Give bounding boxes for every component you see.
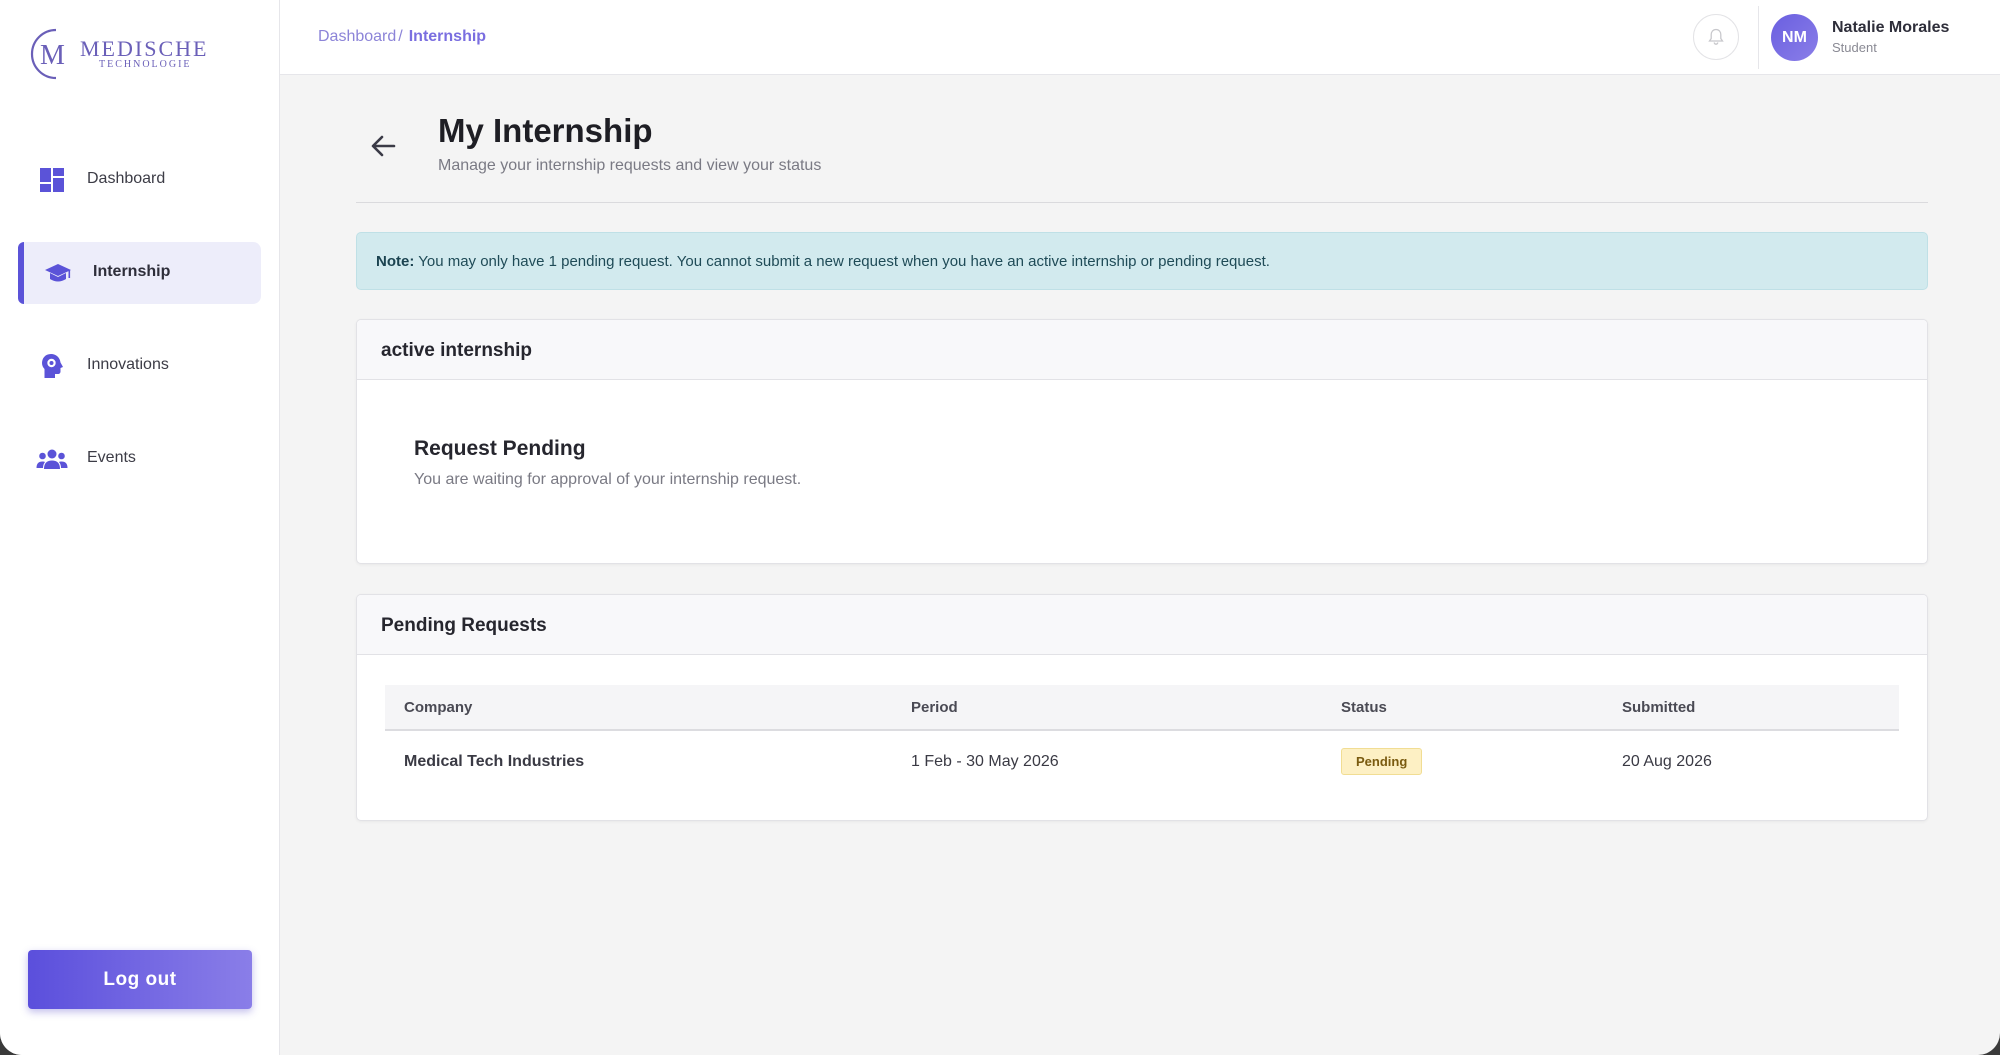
head-gear-icon: [42, 354, 63, 378]
pending-requests-card: Pending Requests Company Period Status S…: [356, 594, 1928, 821]
column-header-status: Status: [1341, 699, 1387, 716]
cell-submitted: 20 Aug 2026: [1622, 753, 1712, 770]
logo-mark-icon: M: [30, 28, 65, 80]
table-header-row: Company Period Status Submitted: [385, 685, 1899, 731]
sidebar-item-label: Internship: [93, 263, 171, 280]
topbar: Dashboard / Internship NM Natalie Morales …: [280, 0, 2000, 75]
logout-button[interactable]: Log out: [28, 950, 252, 1009]
avatar[interactable]: NM: [1771, 14, 1818, 61]
user-name[interactable]: Natalie Morales: [1832, 19, 1949, 37]
breadcrumb-separator: /: [398, 28, 403, 45]
cell-company: Medical Tech Industries: [404, 753, 585, 770]
topbar-divider: [1758, 6, 1759, 69]
status-badge: Pending: [1341, 748, 1423, 775]
app-window: M MEDISCHE TECHNOLOGIE Dashboard Interns…: [0, 0, 2000, 1055]
requests-table: Company Period Status Submitted Medical …: [385, 685, 1899, 793]
card-header: Pending Requests: [357, 595, 1927, 655]
logo-subtitle: TECHNOLOGIE: [99, 59, 192, 70]
note-text: You may only have 1 pending request. You…: [414, 253, 1270, 270]
sidebar-item-internship[interactable]: Internship: [18, 242, 261, 304]
breadcrumb-dashboard-link[interactable]: Dashboard: [318, 28, 396, 45]
user-role: Student: [1832, 40, 1877, 55]
sidebar: M MEDISCHE TECHNOLOGIE Dashboard Interns…: [0, 0, 280, 1055]
brand-logo[interactable]: M MEDISCHE TECHNOLOGIE: [26, 26, 216, 82]
logo-mark-letter: M: [40, 40, 65, 71]
back-button[interactable]: [364, 126, 404, 166]
sidebar-item-events[interactable]: Events: [18, 428, 261, 490]
card-header: active internship: [357, 320, 1927, 380]
sidebar-item-innovations[interactable]: Innovations: [18, 335, 261, 397]
note-label: Note:: [376, 253, 415, 270]
page-subtitle: Manage your internship requests and view…: [438, 157, 822, 174]
table-row[interactable]: Medical Tech Industries 1 Feb - 30 May 2…: [385, 731, 1899, 793]
column-header-company: Company: [404, 699, 473, 716]
notifications-button[interactable]: [1693, 14, 1739, 60]
column-header-period: Period: [911, 699, 958, 716]
sidebar-item-dashboard[interactable]: Dashboard: [18, 149, 261, 211]
people-icon: [36, 449, 68, 469]
sidebar-item-label: Events: [87, 449, 136, 466]
arrow-left-icon: [371, 135, 396, 157]
graduation-cap-icon: [45, 264, 71, 282]
breadcrumb: Dashboard / Internship: [318, 28, 486, 46]
dashboard-icon: [40, 168, 64, 192]
sidebar-item-label: Dashboard: [87, 170, 166, 187]
info-note: Note: You may only have 1 pending reques…: [356, 232, 1928, 290]
sidebar-item-label: Innovations: [87, 356, 169, 373]
column-header-submitted: Submitted: [1622, 699, 1696, 716]
header-divider: [356, 202, 1928, 203]
page-title: My Internship: [438, 112, 653, 149]
bell-icon: [1708, 28, 1724, 45]
request-status-title: Request Pending: [414, 437, 586, 460]
cell-period: 1 Feb - 30 May 2026: [911, 753, 1059, 770]
request-status-description: You are waiting for approval of your int…: [414, 471, 802, 488]
active-internship-card: active internship Request Pending You ar…: [356, 319, 1928, 564]
breadcrumb-current: Internship: [408, 28, 487, 45]
